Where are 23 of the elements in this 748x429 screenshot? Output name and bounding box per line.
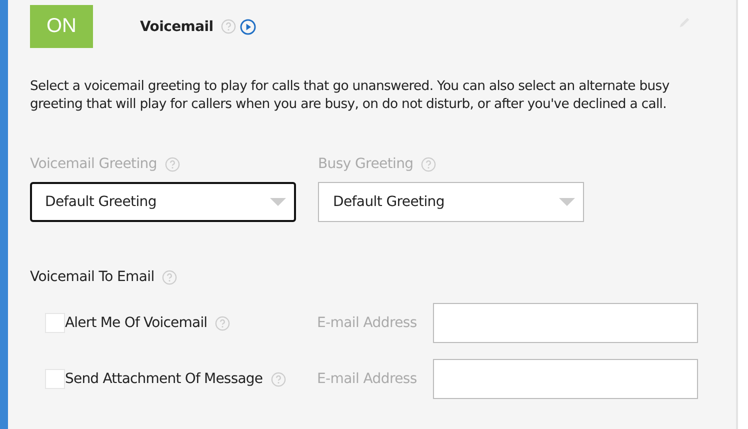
description-text: Select a voicemail greeting to play for calls that go unanswered. You can also select an alternate busy greeting that will play for callers when you are busy, on do not disturb, or after you've declined a call. (30, 78, 670, 114)
help-icon[interactable] (215, 316, 230, 330)
caret-icon (559, 198, 575, 206)
checkbox[interactable] (45, 369, 65, 389)
greeting-dropdown[interactable]: Default Greeting (30, 182, 296, 222)
play-icon[interactable] (240, 18, 256, 34)
section-title: Voicemail (140, 18, 214, 34)
email-field[interactable] (433, 359, 698, 399)
greeting-dropdown[interactable]: Default Greeting (318, 182, 584, 222)
field-label: E-mail Address (317, 315, 418, 331)
help-icon[interactable] (162, 270, 178, 284)
email-field[interactable] (433, 303, 698, 343)
help-icon[interactable] (164, 156, 180, 172)
field-label: Voicemail Greeting (30, 156, 157, 172)
field-label: Busy Greeting (318, 156, 414, 172)
section-label: Voicemail To Email (30, 269, 154, 285)
checkbox[interactable] (45, 313, 65, 333)
field-label: E-mail Address (317, 371, 418, 387)
help-icon[interactable] (270, 372, 286, 386)
checkbox-label: Alert Me Of Voicemail (65, 315, 208, 331)
help-icon[interactable] (421, 156, 436, 172)
caret-icon (270, 198, 286, 206)
checkbox-label: Send Attachment Of Message (65, 371, 263, 387)
